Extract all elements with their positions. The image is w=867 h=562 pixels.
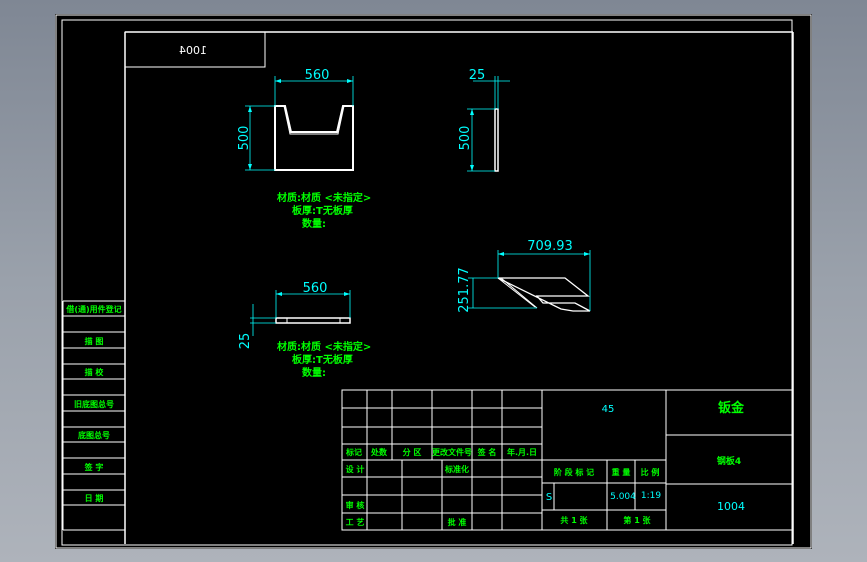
label-approve: 批 准 xyxy=(448,517,467,527)
mirrored-code: 1004 xyxy=(179,44,207,57)
label-process: 工 艺 xyxy=(346,517,365,527)
cad-drawing: 1004 560 500 25 500 材质:材质 <未指定> 板厚:T无板厚 … xyxy=(55,14,812,549)
sheets-total: 共 1 张 xyxy=(560,515,588,525)
iso-view: 709.93 251.77 xyxy=(457,239,591,313)
label-review: 审 核 xyxy=(346,500,365,510)
label-standardize: 标准化 xyxy=(444,464,469,474)
strip-label-sign: 签 字 xyxy=(84,462,104,472)
part-type: 钢板4 xyxy=(717,455,741,467)
label-design: 设 计 xyxy=(346,464,365,474)
material-value: 45 xyxy=(602,404,615,415)
side-height-dim: 500 xyxy=(458,126,473,151)
hdr-signature: 签 名 xyxy=(477,447,497,457)
part-name: 钣金 xyxy=(718,400,745,416)
strip-label-old-base: 旧底图总号 xyxy=(74,399,114,409)
top-thickness-dim: 25 xyxy=(238,333,253,350)
front-view: 560 500 xyxy=(237,68,354,171)
hdr-change-doc: 更改文件号 xyxy=(432,447,472,457)
strip-label-reuse: 借(通)用件登记 xyxy=(65,304,121,314)
note-thickness-2: 板厚:T无板厚 xyxy=(292,353,353,366)
side-thickness-dim: 25 xyxy=(469,68,486,83)
strip-label-trace: 描 图 xyxy=(85,336,104,346)
outer-frame xyxy=(55,14,812,549)
note-quantity-1: 数量: xyxy=(302,217,326,230)
strip-label-date: 日 期 xyxy=(85,493,104,503)
side-view: 25 500 xyxy=(458,68,510,172)
weight-value: 5.004 xyxy=(610,492,636,502)
top-width-dim: 560 xyxy=(303,281,328,296)
stage-value: S xyxy=(546,492,552,503)
strip-label-trace-check: 描 校 xyxy=(85,367,105,377)
scale-value: 1:19 xyxy=(641,491,661,501)
front-height-dim: 500 xyxy=(237,126,252,151)
hdr-mark: 标记 xyxy=(345,447,362,457)
iso-length-dim: 709.93 xyxy=(527,239,573,254)
drawing-number: 1004 xyxy=(717,500,745,513)
note-quantity-2: 数量: xyxy=(302,366,326,379)
drawing-sheet: 1004 560 500 25 500 材质:材质 <未指定> 板厚:T无板厚 … xyxy=(55,14,812,549)
label-weight: 重 量 xyxy=(612,467,631,477)
iso-height-dim: 251.77 xyxy=(457,267,472,313)
hdr-zone: 分 区 xyxy=(403,447,422,457)
front-width-dim: 560 xyxy=(305,68,330,83)
strip-label-base: 底图总号 xyxy=(77,430,110,440)
label-scale: 比 例 xyxy=(641,467,660,477)
note-material-1: 材质:材质 <未指定> xyxy=(277,191,371,204)
border-frame xyxy=(61,19,793,546)
note-thickness-1: 板厚:T无板厚 xyxy=(292,204,353,217)
label-stage: 阶 段 标 记 xyxy=(554,467,594,477)
top-view: 560 25 xyxy=(238,281,351,350)
note-material-2: 材质:材质 <未指定> xyxy=(277,340,371,353)
hdr-count: 处数 xyxy=(370,447,388,457)
sheet-number: 第 1 张 xyxy=(623,515,651,525)
hdr-date: 年.月.日 xyxy=(507,447,537,457)
